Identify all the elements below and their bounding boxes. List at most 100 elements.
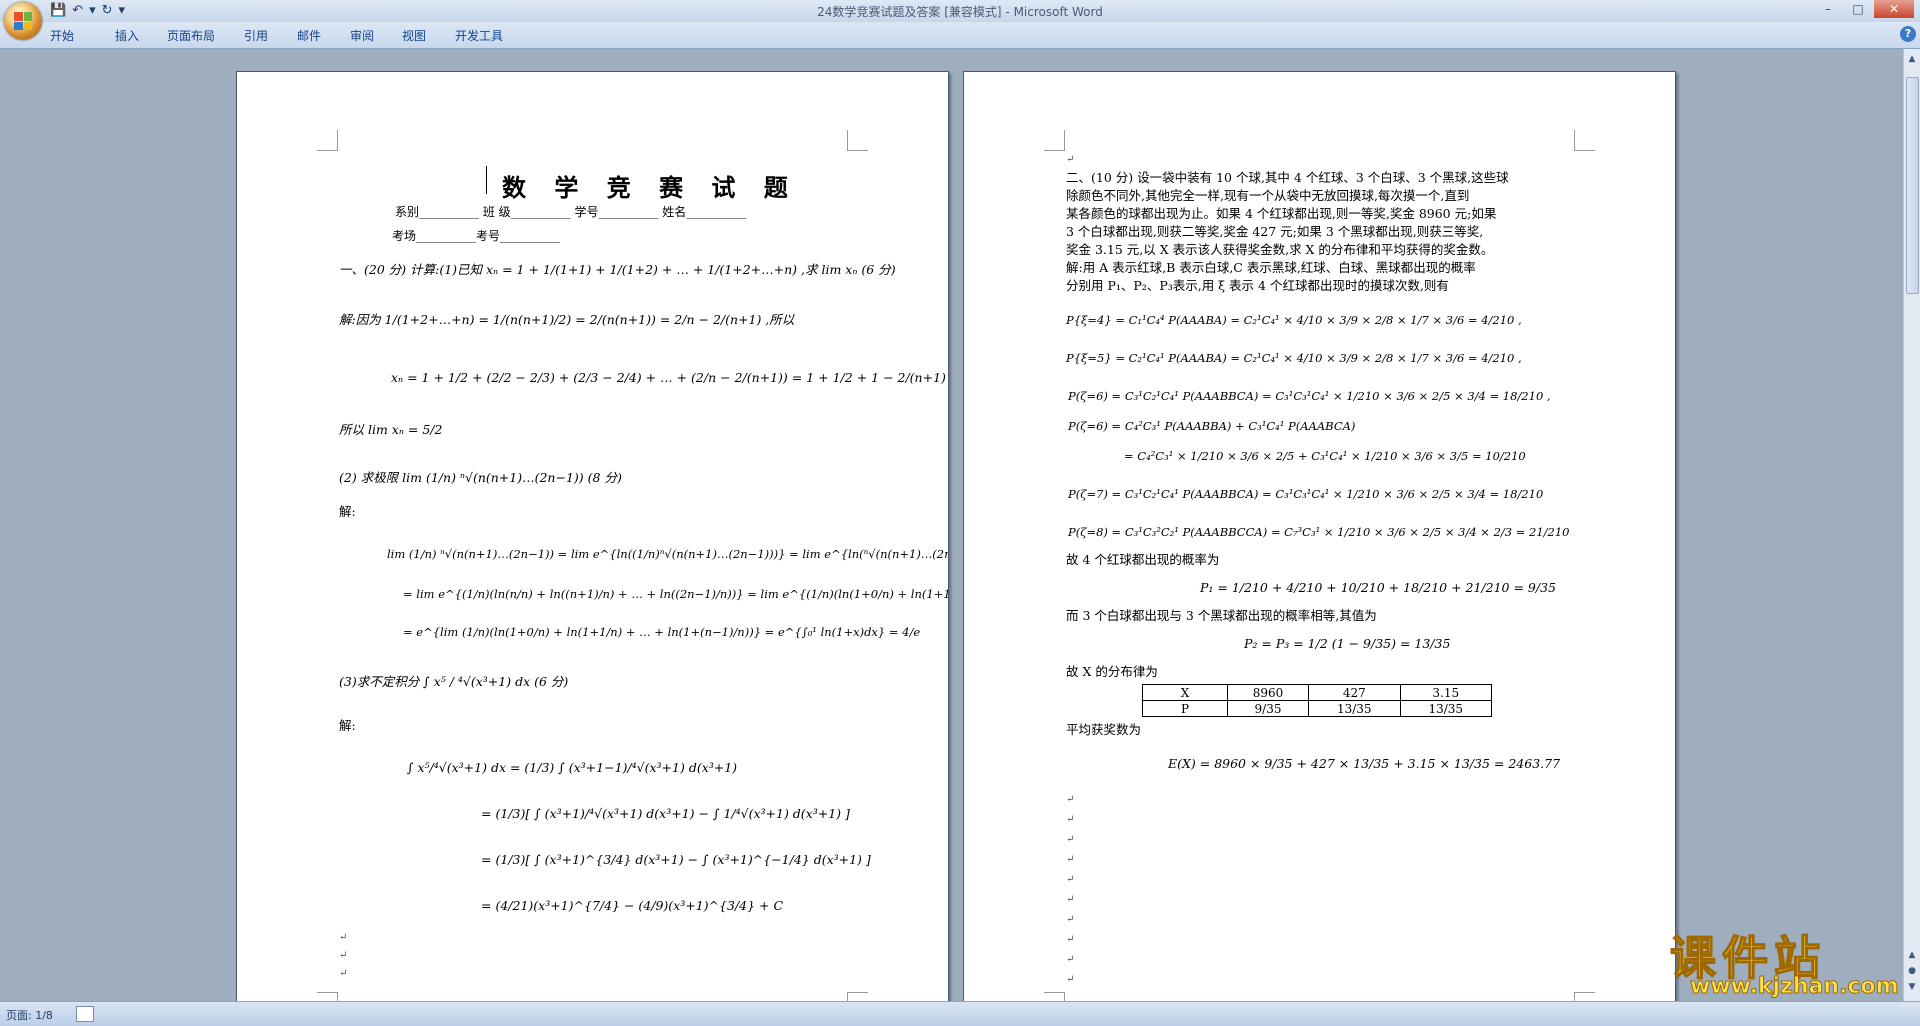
paragraph-mark: ↵ — [339, 950, 348, 961]
tab-insert[interactable]: 插入 — [115, 27, 139, 44]
student-info-line-2: 考场__________考号__________ — [392, 229, 561, 243]
table-row: X 8960 427 3.15 — [1142, 684, 1493, 701]
solution-4-line-a: 解:用 A 表示红球,B 表示白球,C 表示黑球,红球、白球、黑球都出现的概率 — [1066, 260, 1476, 275]
help-icon[interactable]: ? — [1900, 26, 1916, 42]
question-4-line-b: 除颜色不同外,其他完全一样,现有一个从袋中无放回摸球,每次摸一个,直到 — [1066, 188, 1470, 203]
document-page-1[interactable]: 数 学 竞 赛 试 题 系别__________ 班 级__________ 学… — [236, 71, 949, 1001]
tab-page-layout[interactable]: 页面布局 — [167, 27, 215, 44]
crop-mark — [317, 992, 338, 1001]
paragraph-mark: ↵ — [1066, 974, 1075, 985]
page-title: 数 学 竞 赛 试 题 — [502, 173, 798, 202]
solution-2-line-a: lim (1/n) ⁿ√(n(n+1)…(2n−1)) = lim e^{ln(… — [387, 547, 949, 561]
scroll-up-icon[interactable]: ▲ — [1906, 53, 1918, 65]
paragraph-mark: ↵ — [1066, 914, 1075, 925]
scrollbar-thumb[interactable] — [1906, 77, 1919, 294]
paragraph-mark: ↵ — [1066, 854, 1075, 865]
question-4-line-a: 二、(10 分) 设一袋中装有 10 个球,其中 4 个红球、3 个白球、3 个… — [1066, 170, 1509, 185]
crop-mark — [847, 130, 868, 151]
minimize-button[interactable]: – — [1814, 0, 1842, 18]
equation-p2-p3: P₂ = P₃ = 1/2 (1 − 9/35) = 13/35 — [1244, 636, 1451, 651]
crop-mark — [1574, 992, 1595, 1001]
solution-4-line-c: 故 4 个红球都出现的概率为 — [1066, 552, 1220, 567]
watermark-url: www.kjzhan.com — [1690, 974, 1900, 1000]
question-1: 一、(20 分) 计算:(1)已知 xₙ = 1 + 1/(1+1) + 1/(… — [339, 262, 896, 277]
solution-2-line-c: = e^{lim (1/n)(ln(1+0/n) + ln(1+1/n) + …… — [403, 625, 921, 639]
tab-home[interactable]: 开始 — [50, 27, 74, 44]
question-4-line-d: 3 个白球都出现,则获二等奖,奖金 427 元;如果 3 个黑球都出现,则获三等… — [1066, 224, 1484, 239]
solution-3-label: 解: — [339, 718, 356, 733]
crop-mark — [847, 992, 868, 1001]
equation-xi-5: P{ξ=5} = C₂¹C₄¹ P(AAABA) = C₂¹C₄¹ × 4/10… — [1066, 351, 1522, 365]
crop-mark — [1044, 130, 1065, 151]
question-4-line-e: 奖金 3.15 元,以 X 表示该人获得奖金数,求 X 的分布律和平均获得的奖金… — [1066, 242, 1494, 257]
title-bar: 💾 ↶ ▾ ↻ ▾ 24数学竞赛试题及答案 [兼容模式] - Microsoft… — [0, 0, 1920, 23]
question-2: (2) 求极限 lim (1/n) ⁿ√(n(n+1)…(2n−1)) (8 分… — [339, 470, 622, 485]
solution-1-line-a: 解:因为 1/(1+2+…+n) = 1/(n(n+1)/2) = 2/(n(n… — [339, 312, 795, 327]
paragraph-mark: ↵ — [1066, 154, 1075, 165]
equation-expectation: E(X) = 8960 × 9/35 + 427 × 13/35 + 3.15 … — [1168, 756, 1561, 771]
paragraph-mark: ↵ — [339, 968, 348, 979]
tab-mailings[interactable]: 邮件 — [297, 27, 321, 44]
paragraph-mark: ↵ — [339, 932, 348, 943]
spell-check-icon[interactable] — [76, 1006, 94, 1022]
maximize-button[interactable]: □ — [1844, 0, 1872, 18]
document-page-2[interactable]: ↵ 二、(10 分) 设一袋中装有 10 个球,其中 4 个红球、3 个白球、3… — [963, 71, 1676, 1001]
tab-view[interactable]: 视图 — [402, 27, 426, 44]
equation-zeta-7: P(ζ=7) = C₃¹C₂¹C₄¹ P(AAABBCA) = C₃¹C₃¹C₄… — [1068, 487, 1544, 501]
solution-3-line-a: ∫ x⁵/⁴√(x³+1) dx = (1/3) ∫ (x³+1−1)/⁴√(x… — [407, 760, 738, 775]
solution-4-line-b: 分别用 P₁、P₂、P₃表示,用 ξ 表示 4 个红球都出现时的摸球次数,则有 — [1066, 278, 1449, 293]
tab-developer[interactable]: 开发工具 — [455, 27, 503, 44]
paragraph-mark: ↵ — [1066, 794, 1075, 805]
paragraph-mark: ↵ — [1066, 954, 1075, 965]
window-title: 24数学竞赛试题及答案 [兼容模式] - Microsoft Word — [817, 5, 1103, 19]
table-cell: P — [1142, 700, 1228, 717]
solution-3-line-b: = (1/3)[ ∫ (x³+1)/⁴√(x³+1) d(x³+1) − ∫ 1… — [481, 806, 850, 821]
office-logo-icon — [14, 12, 32, 30]
equation-zeta-8: P(ζ=8) = C₃¹C₃²C₂¹ P(AAABBCCA) = C₇³C₃¹ … — [1068, 525, 1570, 539]
table-cell: 3.15 — [1399, 684, 1493, 701]
previous-page-icon[interactable]: ▲ — [1906, 949, 1918, 961]
table-cell: 9/35 — [1226, 700, 1310, 717]
question-4-line-c: 某各颜色的球都出现为止。如果 4 个红球都出现,则一等奖,奖金 8960 元;如… — [1066, 206, 1497, 221]
crop-mark — [1574, 130, 1595, 151]
office-button[interactable] — [4, 2, 42, 40]
vertical-scrollbar[interactable]: ▲ ▲ ● ▼ — [1903, 49, 1920, 1001]
paragraph-mark: ↵ — [1066, 934, 1075, 945]
solution-1-line-b: xₙ = 1 + 1/2 + (2/2 − 2/3) + (2/3 − 2/4)… — [391, 370, 946, 385]
question-3: (3)求不定积分 ∫ x⁵ / ⁴√(x³+1) dx (6 分) — [339, 674, 569, 689]
ribbon-tabs: 开始 插入 页面布局 引用 邮件 审阅 视图 开发工具 ? — [0, 22, 1920, 49]
page-count[interactable]: 页面: 1/8 — [6, 1007, 53, 1023]
equation-zeta-6b: P(ζ=6) = C₄²C₃¹ P(AAABBA) + C₃¹C₄¹ P(AAA… — [1068, 419, 1356, 433]
table-row: P 9/35 13/35 13/35 — [1142, 700, 1493, 717]
solution-4-line-d: 而 3 个白球都出现与 3 个黑球都出现的概率相等,其值为 — [1066, 608, 1377, 623]
distribution-table: X 8960 427 3.15 P 9/35 13/35 13/35 — [1142, 684, 1493, 717]
tab-review[interactable]: 审阅 — [350, 27, 374, 44]
next-page-icon[interactable]: ▼ — [1906, 981, 1918, 993]
select-browse-object-icon[interactable]: ● — [1906, 965, 1918, 977]
table-cell: 427 — [1308, 684, 1401, 701]
crop-mark — [1044, 992, 1065, 1001]
status-bar: 页面: 1/8 — [0, 1001, 1920, 1026]
table-cell: 8960 — [1226, 684, 1310, 701]
close-button[interactable]: ✕ — [1874, 0, 1914, 18]
solution-4-line-e: 故 X 的分布律为 — [1066, 664, 1158, 679]
student-info-line-1: 系别__________ 班 级__________ 学号__________ … — [395, 205, 747, 219]
equation-zeta-6c: = C₄²C₃¹ × 1/210 × 3/6 × 2/5 + C₃¹C₄¹ × … — [1124, 449, 1526, 463]
paragraph-mark: ↵ — [1066, 834, 1075, 845]
table-cell: X — [1142, 684, 1228, 701]
tab-references[interactable]: 引用 — [244, 27, 268, 44]
equation-zeta-6a: P(ζ=6) = C₃¹C₂¹C₄¹ P(AAABBCA) = C₃¹C₃¹C₄… — [1068, 389, 1551, 403]
paragraph-mark: ↵ — [1066, 814, 1075, 825]
paragraph-mark: ↵ — [1066, 894, 1075, 905]
watermark: 课件站 www.kjzhan.com — [1669, 922, 1900, 1002]
solution-2-label: 解: — [339, 504, 356, 519]
solution-1-line-c: 所以 lim xₙ = 5/2 — [339, 422, 443, 437]
document-workspace: 数 学 竞 赛 试 题 系别__________ 班 级__________ 学… — [0, 49, 1904, 1001]
paragraph-mark: ↵ — [1066, 874, 1075, 885]
text-cursor — [486, 166, 487, 194]
solution-3-line-c: = (1/3)[ ∫ (x³+1)^{3/4} d(x³+1) − ∫ (x³+… — [481, 852, 871, 867]
equation-p1: P₁ = 1/210 + 4/210 + 10/210 + 18/210 + 2… — [1200, 580, 1556, 595]
solution-4-line-f: 平均获奖数为 — [1066, 722, 1142, 737]
window-controls: – □ ✕ — [1814, 0, 1914, 18]
equation-xi-4: P{ξ=4} = C₁¹C₄⁴ P(AAABA) = C₂¹C₄¹ × 4/10… — [1066, 313, 1522, 327]
